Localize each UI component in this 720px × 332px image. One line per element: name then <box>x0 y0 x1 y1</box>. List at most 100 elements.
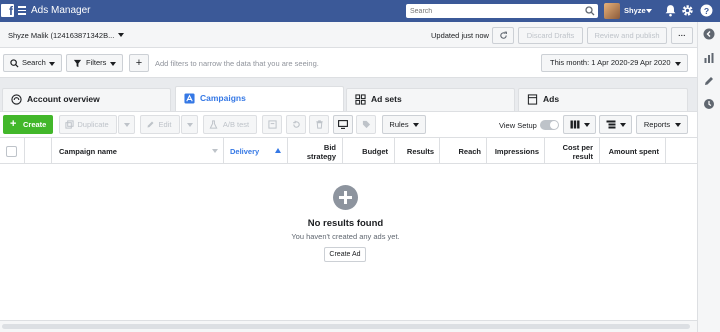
campaigns-icon <box>184 93 195 104</box>
user-name[interactable]: Shyze <box>624 6 646 15</box>
account-chevron-down-icon[interactable] <box>118 33 124 37</box>
ab-test-flask-icon <box>209 120 218 129</box>
search-icon <box>10 59 19 68</box>
duplicate-dropdown-button[interactable] <box>118 115 135 134</box>
facebook-logo[interactable]: f <box>1 4 14 17</box>
user-avatar[interactable] <box>604 3 620 19</box>
archive-box-icon <box>267 120 277 129</box>
refresh-icon <box>499 31 507 39</box>
tab-campaigns[interactable]: Campaigns <box>175 86 344 111</box>
column-header-amount-spent[interactable]: Amount spent <box>600 138 666 164</box>
reports-label: Reports <box>643 120 671 129</box>
date-range-selector[interactable]: This month: 1 Apr 2020-29 Apr 2020 <box>541 54 688 72</box>
edit-pencil-icon[interactable] <box>703 75 715 87</box>
settings-gear-icon[interactable] <box>681 4 694 17</box>
filters-button[interactable]: Filters <box>66 54 123 72</box>
tab-ad-sets[interactable]: Ad sets <box>346 88 515 111</box>
edit-dropdown-button[interactable] <box>181 115 198 134</box>
column-label: Amount spent <box>608 147 659 156</box>
column-header-campaign-name[interactable]: Campaign name <box>52 138 224 164</box>
search-filter-button[interactable]: Search <box>3 54 62 72</box>
chevron-down-icon <box>124 123 130 127</box>
history-clock-icon[interactable] <box>703 98 715 110</box>
toggle-column-header <box>25 138 52 164</box>
horizontal-scrollbar[interactable] <box>0 320 697 332</box>
top-bar: f Ads Manager Shyze ? <box>0 0 720 22</box>
edit-label: Edit <box>158 120 172 129</box>
search-filter-label: Search <box>22 58 46 67</box>
more-options-button[interactable]: ··· <box>671 27 693 44</box>
add-circle-icon <box>333 185 358 210</box>
duplicate-icon <box>65 120 74 129</box>
column-header-bid-strategy[interactable]: Bid strategy <box>288 138 343 164</box>
view-setup-toggle[interactable] <box>540 120 559 130</box>
notifications-bell-icon[interactable] <box>664 4 677 17</box>
duplicate-button[interactable]: Duplicate <box>59 115 117 134</box>
search-icon[interactable] <box>585 6 595 16</box>
tab-ads[interactable]: Ads <box>518 88 688 111</box>
user-menu-chevron-icon[interactable] <box>646 9 652 13</box>
column-header-impressions[interactable]: Impressions <box>487 138 545 164</box>
global-search-input[interactable] <box>406 4 576 18</box>
column-header-results[interactable]: Results <box>395 138 440 164</box>
filter-funnel-icon <box>73 59 82 68</box>
chevron-down-icon <box>49 62 55 66</box>
edit-button[interactable]: Edit <box>140 115 180 134</box>
app-title[interactable]: Ads Manager <box>31 5 90 16</box>
column-label: Budget <box>362 147 388 156</box>
hamburger-menu-icon[interactable] <box>18 6 26 15</box>
column-label: Bid strategy <box>306 143 336 161</box>
tag-button[interactable] <box>356 115 376 134</box>
review-and-publish-button[interactable]: Review and publish <box>587 27 667 44</box>
svg-text:?: ? <box>704 6 709 16</box>
collapse-arrow-icon[interactable] <box>703 28 715 40</box>
toggle-knob <box>550 121 558 129</box>
delete-button[interactable] <box>309 115 329 134</box>
column-header-reach[interactable]: Reach <box>440 138 487 164</box>
archive-button[interactable] <box>262 115 282 134</box>
chevron-down-icon <box>212 149 218 153</box>
ad-account-selector[interactable]: Shyze Malik (124163871342B... <box>8 31 114 40</box>
campaign-toolbar: + Create Duplicate Edit A/B test Rules Vi… <box>0 111 697 137</box>
chevron-down-icon <box>675 62 681 66</box>
create-button[interactable]: + Create <box>3 115 53 134</box>
column-label: Results <box>406 147 434 156</box>
filter-input[interactable]: Add filters to narrow the data that you … <box>155 59 319 68</box>
rules-label: Rules <box>389 120 409 129</box>
breakdown-button[interactable] <box>599 115 632 134</box>
account-overview-icon <box>11 94 22 105</box>
plus-icon: + <box>10 118 17 130</box>
tab-label: Account overview <box>27 94 100 104</box>
reporting-chart-icon[interactable] <box>703 52 715 64</box>
column-label: Campaign name <box>59 147 117 156</box>
edit-pencil-icon <box>147 121 154 128</box>
help-question-icon[interactable]: ? <box>700 4 713 17</box>
column-header-delivery[interactable]: Delivery <box>224 138 288 164</box>
date-range-label: This month: 1 Apr 2020-29 Apr 2020 <box>550 58 671 67</box>
tab-account-overview[interactable]: Account overview <box>2 88 171 111</box>
global-search[interactable] <box>406 4 598 18</box>
columns-button[interactable] <box>563 115 596 134</box>
column-header-cost-per-result[interactable]: Cost per result <box>545 138 600 164</box>
ad-sets-grid-icon <box>355 94 366 105</box>
add-filter-button[interactable]: + <box>129 54 149 72</box>
preview-button[interactable] <box>333 115 353 134</box>
level-tabs: Account overview Campaigns Ad sets Ads <box>0 78 697 111</box>
tab-label: Ads <box>543 94 560 104</box>
ab-test-button[interactable]: A/B test <box>203 115 257 134</box>
revert-button[interactable] <box>286 115 306 134</box>
preview-monitor-icon <box>338 120 348 129</box>
columns-icon <box>570 120 580 129</box>
discard-drafts-button[interactable]: Discard Drafts <box>518 27 583 44</box>
rules-button[interactable]: Rules <box>382 115 426 134</box>
tag-icon <box>362 120 370 129</box>
refresh-button[interactable] <box>492 27 514 44</box>
create-ad-button[interactable]: Create Ad <box>324 247 366 262</box>
column-label: Reach <box>458 147 481 156</box>
filter-row: Search Filters + Add filters to narrow t… <box>0 48 697 78</box>
reports-button[interactable]: Reports <box>636 115 688 134</box>
select-all-checkbox[interactable] <box>6 146 17 157</box>
chevron-down-icon <box>110 62 116 66</box>
column-header-budget[interactable]: Budget <box>343 138 395 164</box>
scrollbar-thumb[interactable] <box>2 324 690 329</box>
